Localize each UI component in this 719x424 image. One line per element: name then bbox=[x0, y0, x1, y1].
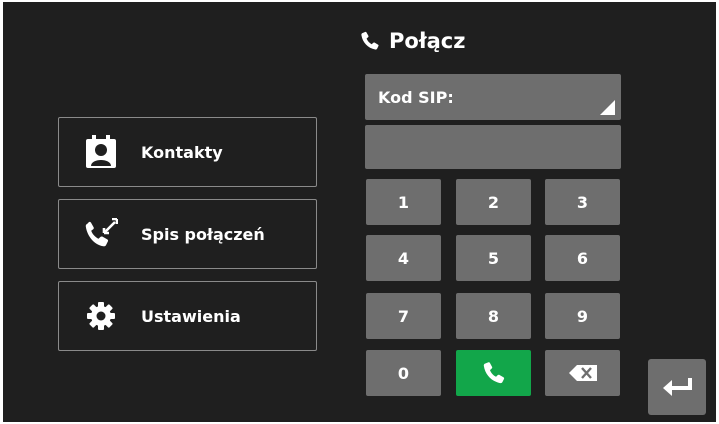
phone-icon bbox=[483, 362, 504, 384]
call-log-label: Spis połączeń bbox=[141, 224, 265, 244]
key-4[interactable]: 4 bbox=[366, 235, 441, 281]
backspace-button[interactable] bbox=[545, 350, 620, 396]
return-arrow-icon bbox=[663, 378, 692, 396]
call-log-button[interactable]: Spis połączeń bbox=[58, 199, 317, 269]
sip-code-label: Kod SIP: bbox=[378, 87, 454, 107]
key-7[interactable]: 7 bbox=[366, 293, 441, 339]
key-5[interactable]: 5 bbox=[456, 235, 531, 281]
backspace-icon bbox=[568, 365, 597, 381]
sip-code-input[interactable] bbox=[365, 125, 621, 169]
dropdown-corner-icon bbox=[600, 100, 615, 115]
page-title-text: Połącz bbox=[389, 29, 466, 53]
phone-icon bbox=[361, 31, 379, 50]
contacts-icon bbox=[73, 135, 129, 169]
contacts-button[interactable]: Kontakty bbox=[58, 117, 317, 187]
key-3[interactable]: 3 bbox=[545, 179, 620, 225]
settings-label: Ustawienia bbox=[141, 306, 241, 326]
key-2[interactable]: 2 bbox=[456, 179, 531, 225]
key-8[interactable]: 8 bbox=[456, 293, 531, 339]
sip-code-dropdown[interactable]: Kod SIP: bbox=[365, 74, 621, 120]
contacts-label: Kontakty bbox=[141, 142, 223, 162]
key-0[interactable]: 0 bbox=[366, 350, 441, 396]
key-9[interactable]: 9 bbox=[545, 293, 620, 339]
page-title: Połącz bbox=[359, 24, 465, 58]
key-1[interactable]: 1 bbox=[366, 179, 441, 225]
key-6[interactable]: 6 bbox=[545, 235, 620, 281]
call-button[interactable] bbox=[456, 350, 531, 396]
settings-button[interactable]: Ustawienia bbox=[58, 281, 317, 351]
call-log-icon bbox=[73, 218, 129, 250]
gear-icon bbox=[73, 301, 129, 331]
intercom-screen: Połącz Kontakty Spis połączeń Ustawienia… bbox=[3, 2, 716, 422]
back-button[interactable] bbox=[648, 359, 706, 415]
